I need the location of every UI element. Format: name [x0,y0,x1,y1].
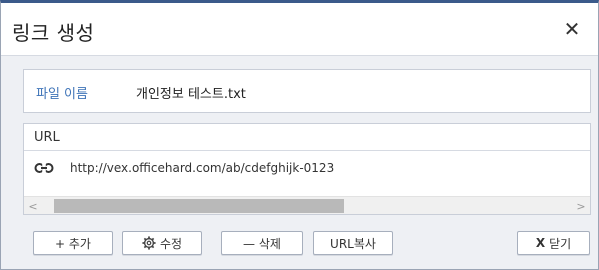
url-text: http://vex.officehard.com/ab/cdefghijk-0… [70,161,335,175]
delete-button-label: — 삭제 [243,236,281,251]
dialog-title: 링크 생성 [12,21,95,45]
add-button-label: + 추가 [55,236,91,251]
scroll-thumb[interactable] [54,199,344,213]
file-name-label: 파일 이름 [36,87,88,102]
horizontal-scrollbar[interactable]: < > [24,196,590,214]
edit-button-label: 수정 [159,236,183,251]
edit-button[interactable]: 수정 [122,231,202,255]
url-panel: URL http://vex.officehard.com/ab/cdefghi… [23,123,591,215]
url-list-item[interactable]: http://vex.officehard.com/ab/cdefghijk-0… [24,152,590,186]
copy-url-button-label: URL복사 [330,236,376,251]
file-name-panel: 파일 이름 개인정보 테스트.txt [23,69,591,113]
file-name-value: 개인정보 테스트.txt [136,87,246,102]
link-create-dialog: 링크 생성 ✕ 파일 이름 개인정보 테스트.txt URL http://ve… [0,0,599,270]
close-x-glyph: X [535,236,546,250]
gear-icon [142,236,156,250]
close-button[interactable]: X 닫기 [517,231,590,255]
url-header-label: URL [34,130,60,145]
add-button[interactable]: + 추가 [33,231,113,255]
scroll-left-arrow[interactable]: < [24,197,42,215]
link-icon [34,163,54,173]
dialog-titlebar: 링크 생성 ✕ [1,3,598,56]
delete-button[interactable]: — 삭제 [221,231,303,255]
close-icon[interactable]: ✕ [560,17,584,41]
close-button-label: 닫기 [549,236,572,251]
copy-url-button[interactable]: URL복사 [313,231,393,255]
url-header: URL [24,124,590,151]
scroll-right-arrow[interactable]: > [572,197,590,215]
